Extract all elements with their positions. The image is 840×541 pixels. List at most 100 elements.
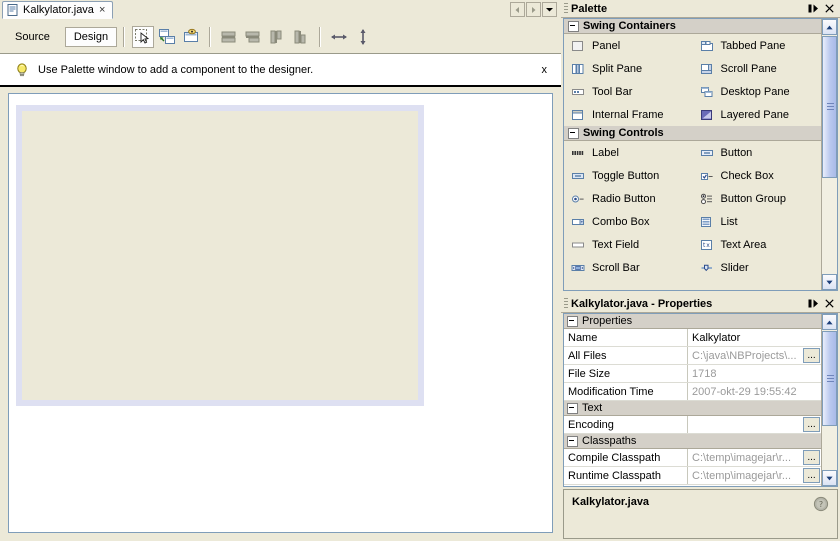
browse-ellipsis-button[interactable]: ... [803,450,820,465]
browse-ellipsis-button[interactable]: ... [803,468,820,483]
palette-item-check-box[interactable]: Check Box [693,164,822,187]
palette-item-label: Combo Box [592,215,650,228]
tab-source[interactable]: Source [6,27,59,47]
palette-item-label[interactable]: Label [564,141,693,164]
collapse-icon[interactable] [567,435,578,447]
property-value[interactable]: C:\java\NBProjects\... ... [688,347,821,364]
palette-item-button-group[interactable]: Button Group [693,187,822,210]
palette-section-swing-containers[interactable]: Swing Containers [564,19,821,34]
selection-tool-icon[interactable] [132,25,155,48]
minimize-dock-icon[interactable] [808,4,819,13]
close-icon[interactable] [825,4,834,13]
button-group-icon [699,191,715,207]
palette-item-label: Layered Pane [720,108,790,121]
property-row-all-files[interactable]: All Files C:\java\NBProjects\... ... [564,347,821,365]
property-row-runtime-classpath[interactable]: Runtime Classpath C:\temp\imagejar\r... … [564,467,821,485]
properties-group-properties[interactable]: Properties [564,314,821,329]
properties-vertical-scrollbar[interactable] [821,314,837,486]
align-left-icon[interactable] [218,26,240,48]
check-box-icon [699,168,715,184]
notification-text: Use Palette window to add a component to… [38,63,314,76]
toolbar-separator [123,26,126,47]
set-same-width-icon[interactable] [328,26,350,48]
palette-item-scroll-pane[interactable]: Scroll Pane [693,57,822,80]
palette-item-combo-box[interactable]: Combo Box [564,210,693,233]
scroll-up-arrow-icon[interactable] [822,314,837,330]
close-icon[interactable] [825,299,834,308]
property-value[interactable]: C:\temp\imagejar\r... ... [688,449,821,466]
jframe-form-surface[interactable] [22,111,418,400]
collapse-icon[interactable] [567,315,578,327]
palette-item-internal-frame[interactable]: Internal Frame [564,103,693,126]
properties-group-label: Properties [582,315,633,327]
palette-item-radio-button[interactable]: Radio Button [564,187,693,210]
drag-grip-icon[interactable] [564,298,568,309]
drag-grip-icon[interactable] [564,3,568,14]
palette-item-text-field[interactable]: Text Field [564,233,693,256]
palette-item-label: Button Group [720,192,786,205]
internal-frame-icon [570,107,586,123]
netbeans-ide-window: Kalkylator.java × Source Design Use Pale… [0,0,840,541]
palette-title: Palette [571,2,608,15]
palette-section-swing-controls[interactable]: Swing Controls [564,126,821,141]
property-value[interactable]: 2007-okt-29 19:55:42 [688,383,821,400]
palette-item-tabbed-pane[interactable]: Tabbed Pane [693,34,822,57]
property-row-name[interactable]: Name Kalkylator [564,329,821,347]
collapse-icon[interactable] [567,402,578,414]
close-icon[interactable]: × [98,4,106,16]
align-top-icon[interactable] [266,26,288,48]
help-question-icon[interactable]: ? [813,496,829,512]
property-value[interactable]: ... [688,416,821,433]
property-row-modification-time[interactable]: Modification Time 2007-okt-29 19:55:42 [564,383,821,401]
palette-vertical-scrollbar[interactable] [821,19,837,290]
property-value[interactable]: 1718 [688,365,821,382]
scroll-up-arrow-icon[interactable] [822,19,837,35]
palette-titlebar: Palette [561,0,840,18]
minimize-dock-icon[interactable] [808,299,819,308]
editor-tabstrip: Kalkylator.java × [0,0,561,20]
designer-canvas[interactable] [8,93,553,533]
preview-design-icon[interactable] [180,26,202,48]
collapse-icon[interactable] [568,127,579,139]
set-same-height-icon[interactable] [352,26,374,48]
property-value[interactable]: C:\temp\imagejar\r... ... [688,467,821,484]
editor-tab-kalkylator[interactable]: Kalkylator.java × [2,1,114,19]
property-value[interactable]: Kalkylator [688,329,821,346]
property-row-compile-classpath[interactable]: Compile Classpath C:\temp\imagejar\r... … [564,449,821,467]
collapse-icon[interactable] [568,20,579,32]
palette-item-label: Text Field [592,238,640,251]
close-notification-icon[interactable]: x [542,64,548,76]
right-dock: Palette Swing Containers Panel Tabbed Pa… [561,0,840,541]
align-right-icon[interactable] [242,26,264,48]
palette-item-tool-bar[interactable]: Tool Bar [564,80,693,103]
palette-item-panel[interactable]: Panel [564,34,693,57]
scroll-down-arrow-icon[interactable] [822,274,837,290]
palette-item-slider[interactable]: Slider [693,256,822,279]
scrollbar-thumb[interactable] [822,36,837,178]
align-bottom-icon[interactable] [290,26,312,48]
palette-item-scroll-bar[interactable]: Scroll Bar [564,256,693,279]
tabbed-pane-icon [699,38,715,54]
browse-ellipsis-button[interactable]: ... [803,348,820,363]
scroll-tabs-left-button[interactable] [510,2,525,17]
scrollbar-thumb[interactable] [822,331,837,426]
tab-list-dropdown-button[interactable] [542,2,557,17]
browse-ellipsis-button[interactable]: ... [803,417,820,432]
connection-mode-icon[interactable] [156,26,178,48]
scroll-down-arrow-icon[interactable] [822,470,837,486]
form-selection-border[interactable] [16,105,424,406]
palette-item-toggle-button[interactable]: Toggle Button [564,164,693,187]
property-row-encoding[interactable]: Encoding ... [564,416,821,434]
palette-item-text-area[interactable]: t x Text Area [693,233,822,256]
scroll-tabs-right-button[interactable] [526,2,541,17]
property-label: Runtime Classpath [564,467,688,484]
property-row-file-size[interactable]: File Size 1718 [564,365,821,383]
palette-item-desktop-pane[interactable]: Desktop Pane [693,80,822,103]
palette-item-list[interactable]: List [693,210,822,233]
palette-item-layered-pane[interactable]: Layered Pane [693,103,822,126]
palette-item-split-pane[interactable]: Split Pane [564,57,693,80]
palette-item-button[interactable]: Button [693,141,822,164]
properties-group-classpaths[interactable]: Classpaths [564,434,821,449]
tab-design[interactable]: Design [64,26,118,47]
properties-group-text[interactable]: Text [564,401,821,416]
